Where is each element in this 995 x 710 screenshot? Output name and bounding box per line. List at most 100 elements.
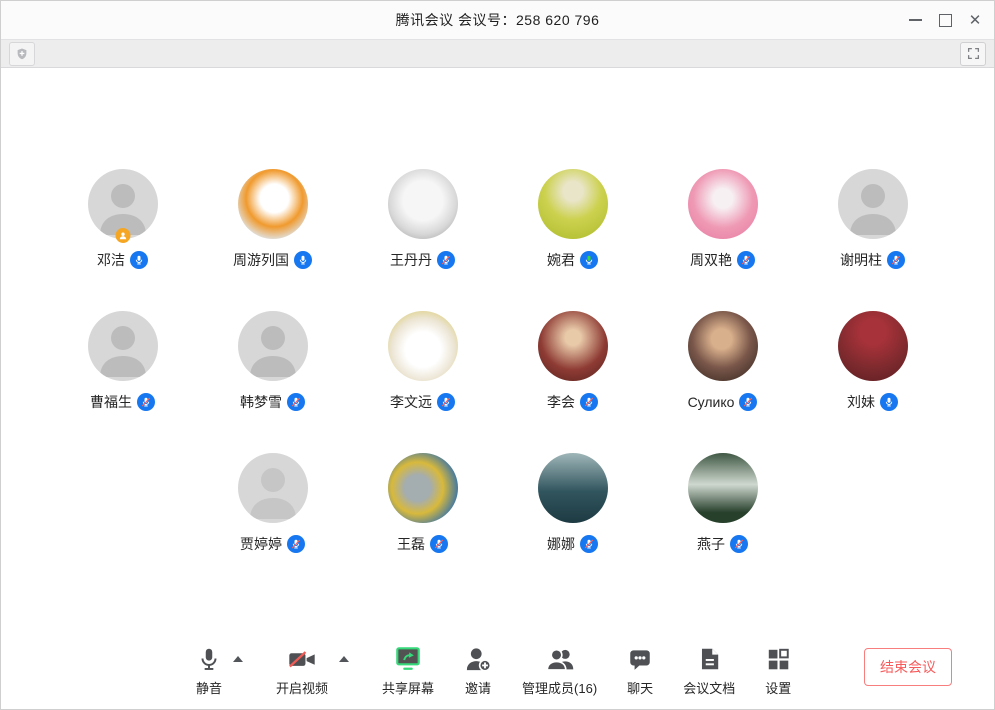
maximize-icon	[939, 14, 952, 27]
participant-name: 燕子	[697, 534, 725, 554]
participant-name: 韩梦雪	[240, 392, 282, 412]
avatar	[838, 311, 908, 381]
participant-tile[interactable]: 周游列国	[198, 169, 348, 271]
participant-name: 周双艳	[690, 250, 732, 270]
top-strip	[1, 39, 994, 68]
participant-tile[interactable]: 王磊	[348, 453, 498, 555]
participant-tile[interactable]: 李文远	[348, 311, 498, 413]
participant-tile[interactable]: 周双艳	[648, 169, 798, 271]
invite-button[interactable]: 邀请	[464, 643, 492, 697]
mic-status-icon	[730, 535, 748, 553]
participant-name: 周游列国	[233, 250, 289, 270]
start-video-button[interactable]: 开启视频	[276, 643, 328, 697]
avatar	[538, 169, 608, 239]
mic-status-icon	[130, 251, 148, 269]
fullscreen-button[interactable]	[960, 42, 986, 66]
mic-status-icon	[739, 393, 757, 411]
person-silhouette-icon	[838, 169, 908, 239]
avatar	[688, 169, 758, 239]
participant-tile[interactable]: 谢明柱	[798, 169, 948, 271]
mute-label: 静音	[196, 678, 222, 697]
meeting-docs-button[interactable]: 会议文档	[683, 643, 735, 697]
avatar	[388, 453, 458, 523]
participant-row: 贾婷婷 王磊 娜娜	[1, 453, 994, 595]
end-meeting-button[interactable]: 结束会议	[864, 648, 952, 686]
members-icon	[545, 645, 575, 673]
avatar	[238, 169, 308, 239]
participant-tile[interactable]: 娜娜	[498, 453, 648, 555]
person-silhouette-icon	[238, 311, 308, 381]
mic-status-icon	[580, 393, 598, 411]
mic-status-icon	[880, 393, 898, 411]
mic-status-icon	[737, 251, 755, 269]
chat-button[interactable]: 聊天	[627, 643, 653, 697]
microphone-icon	[196, 645, 222, 673]
participant-tile[interactable]: 曹福生	[48, 311, 198, 413]
close-icon: ✕	[969, 13, 982, 28]
mic-status-icon	[437, 251, 455, 269]
participant-name: 婉君	[547, 250, 575, 270]
avatar	[838, 169, 908, 239]
mic-status-icon	[580, 251, 598, 269]
camera-off-icon	[287, 645, 317, 673]
avatar	[238, 453, 308, 523]
window-title: 腾讯会议 会议号：258 620 796	[396, 10, 600, 30]
participant-tile[interactable]: 婉君	[498, 169, 648, 271]
settings-button[interactable]: 设置	[765, 643, 791, 697]
participant-tile[interactable]: 王丹丹	[348, 169, 498, 271]
share-screen-label: 共享屏幕	[382, 678, 434, 697]
avatar	[388, 311, 458, 381]
mic-status-icon	[287, 393, 305, 411]
participant-row: 曹福生 韩梦雪	[1, 311, 994, 453]
manage-members-label: 管理成员(16)	[522, 678, 597, 697]
participant-name: 娜娜	[547, 534, 575, 554]
meeting-toolbar: 静音 开启视频	[1, 633, 994, 709]
mic-status-icon	[437, 393, 455, 411]
mute-options-caret-icon[interactable]	[233, 656, 243, 662]
participant-tile[interactable]: 邓洁	[48, 169, 198, 271]
minimize-icon	[909, 19, 922, 21]
avatar	[238, 311, 308, 381]
participant-tile[interactable]: 李会	[498, 311, 648, 413]
participant-tile[interactable]: 燕子	[648, 453, 798, 555]
chat-bubble-icon	[627, 645, 653, 673]
avatar	[88, 311, 158, 381]
avatar	[388, 169, 458, 239]
mic-status-icon	[294, 251, 312, 269]
maximize-button[interactable]	[930, 5, 960, 35]
participant-name: 曹福生	[90, 392, 132, 412]
mute-button[interactable]: 静音	[196, 643, 222, 697]
security-button[interactable]	[9, 42, 35, 66]
meeting-docs-label: 会议文档	[683, 678, 735, 697]
settings-label: 设置	[765, 678, 791, 697]
settings-grid-icon	[765, 645, 791, 673]
participant-tile[interactable]: 韩梦雪	[198, 311, 348, 413]
window-controls: ✕	[900, 1, 990, 39]
participant-name: 谢明柱	[840, 250, 882, 270]
participant-name: 李文远	[390, 392, 432, 412]
participant-name: 邓洁	[97, 250, 125, 270]
avatar	[688, 453, 758, 523]
share-screen-icon	[393, 645, 423, 673]
mic-status-icon	[430, 535, 448, 553]
title-bar: 腾讯会议 会议号：258 620 796 ✕	[1, 1, 994, 39]
video-options-caret-icon[interactable]	[339, 656, 349, 662]
close-button[interactable]: ✕	[960, 5, 990, 35]
participant-name: Сулико	[688, 394, 735, 410]
participant-tile[interactable]: 刘妹	[798, 311, 948, 413]
participant-tile[interactable]: 贾婷婷	[198, 453, 348, 555]
shield-plus-icon	[15, 47, 29, 61]
participant-name: 刘妹	[847, 392, 875, 412]
minimize-button[interactable]	[900, 5, 930, 35]
participant-name: 贾婷婷	[240, 534, 282, 554]
avatar	[538, 453, 608, 523]
fullscreen-brackets-icon	[967, 47, 980, 60]
avatar	[538, 311, 608, 381]
manage-members-button[interactable]: 管理成员(16)	[522, 643, 597, 697]
mic-status-icon	[887, 251, 905, 269]
invite-person-plus-icon	[464, 645, 492, 673]
share-screen-button[interactable]: 共享屏幕	[382, 643, 434, 697]
start-video-label: 开启视频	[276, 678, 328, 697]
participant-name: 王丹丹	[390, 250, 432, 270]
participant-tile[interactable]: Сулико	[648, 311, 798, 413]
